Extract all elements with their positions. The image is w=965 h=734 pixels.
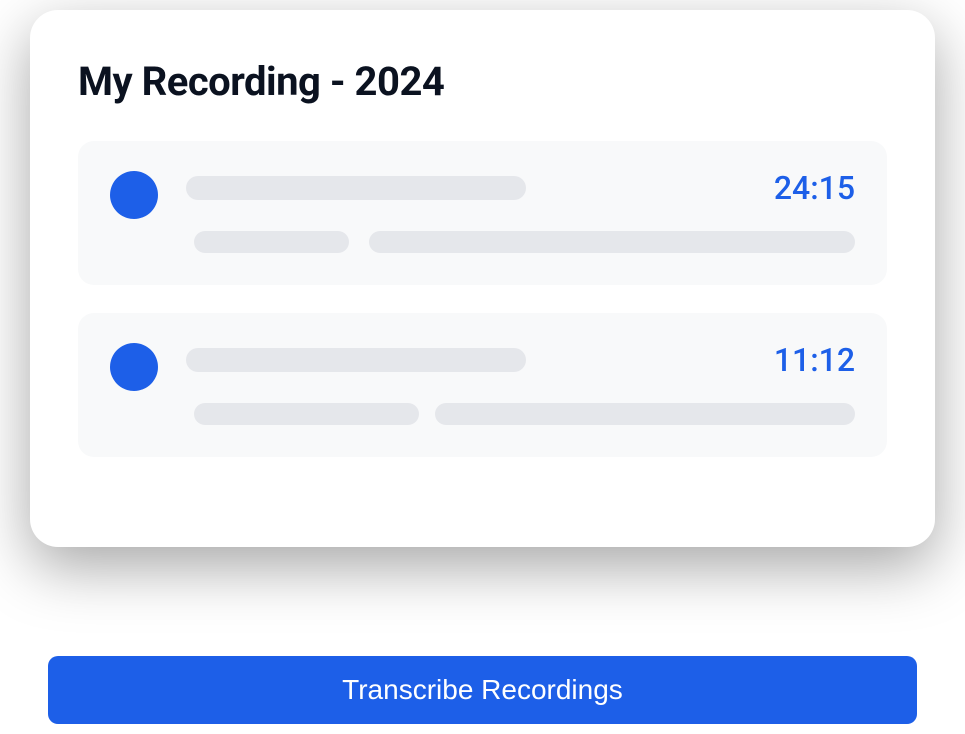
recordings-list: 24:15 11:12 <box>78 141 887 457</box>
transcribe-button[interactable]: Transcribe Recordings <box>48 656 917 724</box>
recording-content: 24:15 <box>186 169 855 253</box>
recording-indicator-icon <box>110 171 158 219</box>
recordings-card: My Recording - 2024 24:15 11: <box>30 10 935 547</box>
recording-meta-placeholder <box>194 231 349 253</box>
recording-duration: 24:15 <box>774 169 855 207</box>
recording-title-placeholder <box>186 176 526 200</box>
recording-item[interactable]: 11:12 <box>78 313 887 457</box>
recording-meta-placeholder <box>194 403 419 425</box>
recording-meta-placeholder <box>369 231 855 253</box>
recording-meta-placeholder <box>435 403 855 425</box>
recording-title-placeholder <box>186 348 526 372</box>
page-title: My Recording - 2024 <box>78 58 887 105</box>
recording-item[interactable]: 24:15 <box>78 141 887 285</box>
recording-content: 11:12 <box>186 341 855 425</box>
recording-indicator-icon <box>110 343 158 391</box>
recording-duration: 11:12 <box>774 341 855 379</box>
